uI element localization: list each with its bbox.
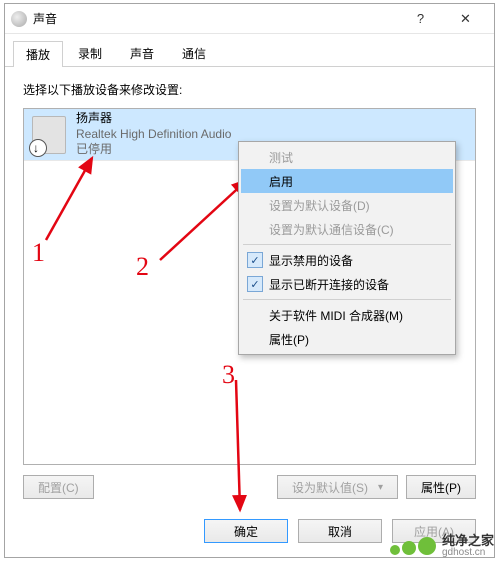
cm-properties[interactable]: 属性(P) — [241, 327, 453, 351]
tab-playback[interactable]: 播放 — [13, 41, 63, 67]
watermark-cn: 纯净之家 — [442, 534, 494, 548]
tabs: 播放 录制 声音 通信 — [5, 34, 494, 67]
set-default-button[interactable]: 设为默认值(S) — [277, 475, 398, 499]
cm-show-disabled[interactable]: ✓ 显示禁用的设备 — [241, 248, 453, 272]
cm-separator — [243, 244, 451, 245]
ok-button[interactable]: 确定 — [204, 519, 288, 543]
lower-button-row: 配置(C) 设为默认值(S) 属性(P) — [23, 475, 476, 499]
disabled-overlay-icon: ↓ — [33, 141, 39, 155]
tab-sounds[interactable]: 声音 — [117, 40, 167, 66]
device-name: 扬声器 — [76, 111, 231, 127]
speaker-icon: ↓ — [32, 116, 66, 154]
properties-button[interactable]: 属性(P) — [406, 475, 476, 499]
annotation-2: 2 — [136, 252, 149, 282]
watermark: 纯净之家 gdhost.cn — [390, 534, 494, 558]
cm-label: 显示已断开连接的设备 — [269, 276, 389, 293]
cm-about-midi[interactable]: 关于软件 MIDI 合成器(M) — [241, 303, 453, 327]
instruction-text: 选择以下播放设备来修改设置: — [23, 81, 476, 98]
watermark-en: gdhost.cn — [442, 548, 494, 559]
content-area: 选择以下播放设备来修改设置: ↓ 扬声器 Realtek High Defini… — [5, 67, 494, 509]
cm-enable[interactable]: 启用 — [241, 169, 453, 193]
configure-button[interactable]: 配置(C) — [23, 475, 94, 499]
sound-dialog: 声音 ? ✕ 播放 录制 声音 通信 选择以下播放设备来修改设置: ↓ 扬声器 … — [4, 3, 495, 558]
annotation-3: 3 — [222, 360, 235, 390]
tab-recording[interactable]: 录制 — [65, 40, 115, 66]
cancel-button[interactable]: 取消 — [298, 519, 382, 543]
annotation-1: 1 — [32, 238, 45, 268]
cm-set-default-comm[interactable]: 设置为默认通信设备(C) — [241, 217, 453, 241]
close-button[interactable]: ✕ — [443, 4, 488, 33]
context-menu: 测试 启用 设置为默认设备(D) 设置为默认通信设备(C) ✓ 显示禁用的设备 … — [238, 141, 456, 355]
titlebar: 声音 ? ✕ — [5, 4, 494, 34]
cm-label: 显示禁用的设备 — [269, 252, 353, 269]
check-icon: ✓ — [247, 252, 263, 268]
device-driver: Realtek High Definition Audio — [76, 127, 231, 143]
check-icon: ✓ — [247, 276, 263, 292]
device-status: 已停用 — [76, 142, 231, 158]
tab-communications[interactable]: 通信 — [169, 40, 219, 66]
cm-set-default[interactable]: 设置为默认设备(D) — [241, 193, 453, 217]
cm-test[interactable]: 测试 — [241, 145, 453, 169]
device-list[interactable]: ↓ 扬声器 Realtek High Definition Audio 已停用 … — [23, 108, 476, 465]
window-icon — [11, 11, 27, 27]
help-button[interactable]: ? — [398, 4, 443, 33]
device-text: 扬声器 Realtek High Definition Audio 已停用 — [76, 111, 231, 158]
cm-show-disconnected[interactable]: ✓ 显示已断开连接的设备 — [241, 272, 453, 296]
window-title: 声音 — [33, 10, 398, 27]
leaf-icon — [390, 537, 436, 555]
cm-separator — [243, 299, 451, 300]
